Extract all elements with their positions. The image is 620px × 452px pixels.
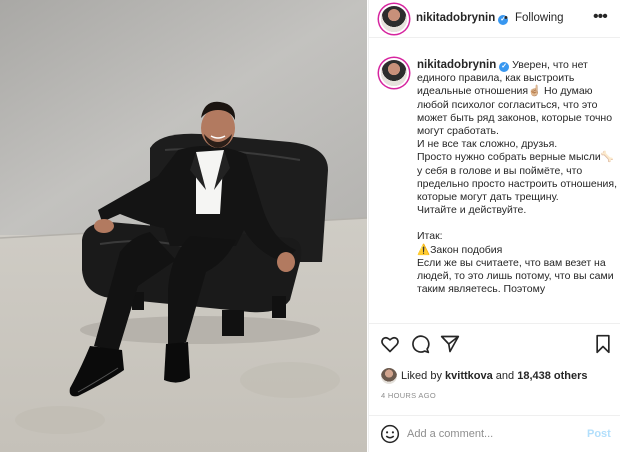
comment-composer: Post xyxy=(369,415,620,452)
caption-username[interactable]: nikitadobrynin ✓ xyxy=(417,59,510,72)
likes-summary: Liked by kvittkova and 18,438 others xyxy=(381,367,617,385)
caption-avatar[interactable] xyxy=(381,60,407,86)
comment-input[interactable] xyxy=(407,425,577,443)
emoji-smiley-icon[interactable] xyxy=(380,424,400,449)
caption-line: И не все так сложно, друзья. xyxy=(417,138,558,151)
action-bar xyxy=(369,332,620,358)
liker-avatar[interactable] xyxy=(381,368,397,384)
comment-icon[interactable] xyxy=(410,334,430,359)
caption-line: Читайте и действуйте. xyxy=(417,204,527,217)
author-avatar[interactable] xyxy=(381,6,407,32)
post-header: nikitadobrynin ✓ • Following ••• xyxy=(369,0,620,38)
caption-line: Если же вы считаете, что вам везет на лю… xyxy=(417,256,614,296)
liker-username[interactable]: kvittkova xyxy=(445,370,493,382)
likes-text: Liked by kvittkova and 18,438 others xyxy=(401,370,588,382)
heart-icon[interactable] xyxy=(380,334,400,359)
author-username[interactable]: nikitadobrynin ✓ xyxy=(416,12,509,25)
caption-line: Итак: xyxy=(417,230,443,243)
caption-line: ⚠️Закон подобия xyxy=(417,243,503,256)
caption-text: nikitadobrynin ✓ Уверен, что нет единого … xyxy=(417,59,617,296)
share-icon[interactable] xyxy=(440,334,460,359)
more-options-icon[interactable]: ••• xyxy=(593,8,608,26)
caption-area[interactable]: nikitadobrynin ✓ Уверен, что нет единого … xyxy=(369,39,620,324)
post-photo[interactable] xyxy=(0,0,367,452)
post-timestamp[interactable]: 4 HOURS AGO xyxy=(381,391,436,400)
post-comment-button[interactable]: Post xyxy=(587,428,611,440)
caption-line: Просто нужно собрать верные мысли🦴 у себ… xyxy=(417,151,617,204)
post-side-panel: nikitadobrynin ✓ • Following ••• nikitado… xyxy=(368,0,620,452)
verified-badge-icon: ✓ xyxy=(499,62,510,72)
likes-count-link[interactable]: 18,438 others xyxy=(517,370,587,382)
following-button[interactable]: Following xyxy=(515,12,564,24)
bookmark-icon[interactable] xyxy=(594,334,612,359)
photo-illustration xyxy=(0,0,367,452)
header-separator: • xyxy=(504,12,508,24)
